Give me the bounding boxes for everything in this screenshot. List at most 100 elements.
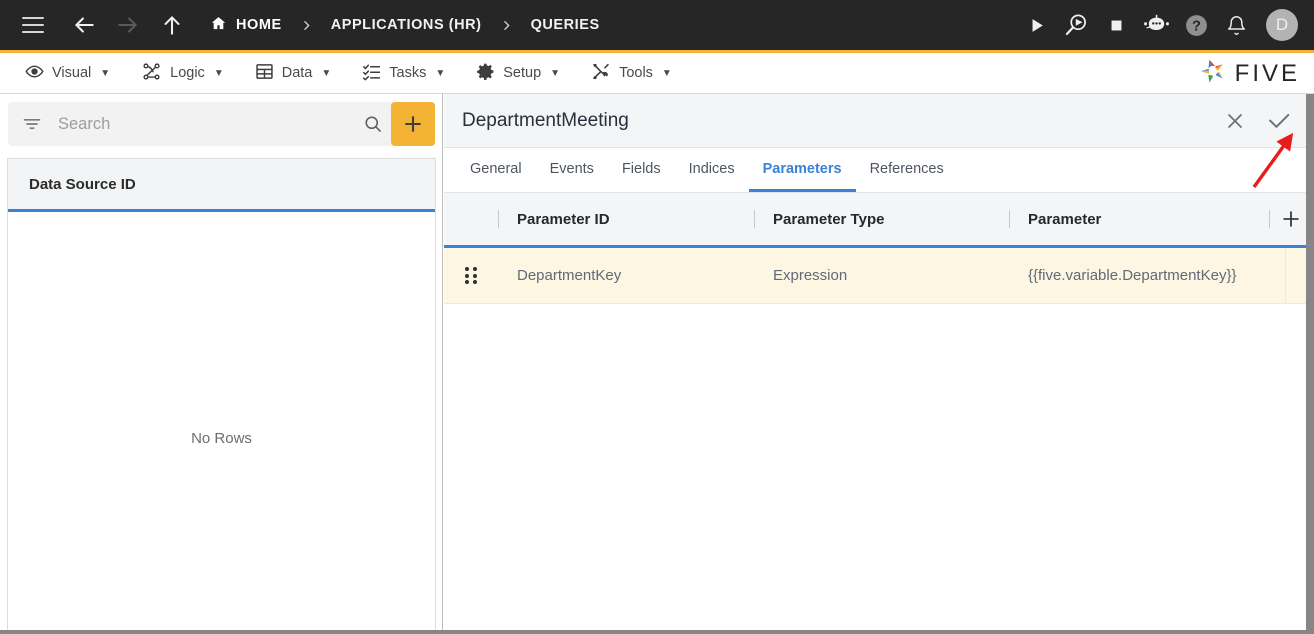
notifications-bell-icon[interactable] [1216,0,1256,50]
table-header-parameter[interactable]: Parameter [1009,192,1265,247]
data-source-list: Data Source ID No Rows [7,158,436,634]
breadcrumb-label-queries: QUERIES [530,17,600,33]
breadcrumb-item-applications[interactable]: APPLICATIONS (HR) [325,0,488,50]
help-icon[interactable]: ? [1176,0,1216,50]
confirm-check-icon[interactable] [1260,102,1298,140]
detail-tabs: General Events Fields Indices Parameters… [444,148,1306,193]
tab-general[interactable]: General [456,149,536,192]
chevron-down-icon: ▼ [550,67,561,79]
menu-item-tools[interactable]: Tools ▼ [578,53,685,94]
breadcrumb-label-applications: APPLICATIONS (HR) [330,17,482,33]
search-input[interactable] [58,114,355,134]
run-icon[interactable] [1016,0,1056,50]
cell-parameter-type[interactable]: Expression [754,248,1009,304]
add-column-button[interactable] [1265,192,1306,247]
table-header-parameter-id[interactable]: Parameter ID [498,192,754,247]
sidebar-search-bar [8,102,435,146]
table-header-parameter-type[interactable]: Parameter Type [754,192,1009,247]
application-menu-bar: Visual ▼ Logic ▼ Data ▼ Tasks ▼ Setup ▼ … [0,50,1314,94]
menu-label-tasks: Tasks [389,65,427,81]
chevron-down-icon: ▼ [661,67,672,79]
gear-icon [476,62,495,85]
sidebar-panel: Data Source ID No Rows [0,94,443,634]
menu-item-data[interactable]: Data ▼ [242,53,345,94]
menu-label-logic: Logic [170,65,205,81]
menu-label-visual: Visual [52,65,92,81]
nav-arrow-group [62,3,194,47]
table-row[interactable]: DepartmentKey Expression {{five.variable… [444,247,1306,304]
menu-label-data: Data [281,65,313,81]
detail-action-group [1216,94,1298,148]
tab-references[interactable]: References [856,149,958,192]
forward-arrow-icon[interactable] [106,3,150,47]
filter-icon[interactable] [22,114,42,134]
checklist-icon [362,62,381,85]
column-divider[interactable] [754,210,755,228]
detail-header: DepartmentMeeting [444,94,1306,148]
five-star-logo-icon [1198,56,1228,91]
breadcrumb-separator-2 [488,19,525,32]
chevron-down-icon: ▼ [435,67,446,79]
eye-icon [25,62,44,85]
search-icon[interactable] [355,114,391,134]
table-empty-area [444,304,1306,634]
column-divider[interactable] [1009,210,1010,228]
close-icon[interactable] [1216,102,1254,140]
menu-item-tasks[interactable]: Tasks ▼ [349,53,458,94]
cell-parameter-id[interactable]: DepartmentKey [498,248,754,304]
table-header-handle-spacer [444,192,498,247]
menu-item-visual[interactable]: Visual ▼ [12,53,123,94]
top-navigation-bar: HOME APPLICATIONS (HR) QUERIES ? D [0,0,1314,50]
up-arrow-icon[interactable] [150,3,194,47]
detail-panel: DepartmentMeeting General Events Fields … [444,94,1306,634]
breadcrumb-label-home: HOME [236,17,282,33]
brand-logo: FIVE [1198,53,1300,94]
breadcrumb-separator-1 [288,19,325,32]
column-divider [1269,210,1270,228]
tab-indices[interactable]: Indices [675,149,749,192]
cell-divider [1285,247,1286,304]
home-icon [210,15,227,36]
list-column-header-data-source-id[interactable]: Data Source ID [8,159,435,212]
menu-item-logic[interactable]: Logic ▼ [128,53,237,94]
chevron-down-icon: ▼ [321,67,332,79]
table-header-label-parameter-id: Parameter ID [517,210,610,228]
tab-events[interactable]: Events [536,149,608,192]
svg-text:?: ? [1192,18,1201,34]
menu-label-tools: Tools [619,65,653,81]
breadcrumb-item-queries[interactable]: QUERIES [525,0,606,50]
topbar-action-group: ? D [1016,0,1298,50]
table-header-row: Parameter ID Parameter Type Parameter [444,193,1306,248]
list-empty-state: No Rows [8,212,435,634]
breadcrumb-item-home[interactable]: HOME [204,0,288,50]
column-divider[interactable] [498,210,499,228]
drag-handle-icon[interactable] [444,248,498,304]
hamburger-menu-icon[interactable] [22,17,44,33]
menu-label-setup: Setup [503,65,542,81]
add-record-button[interactable] [391,102,435,146]
parameters-table: Parameter ID Parameter Type Parameter De… [444,193,1306,634]
cell-row-actions [1265,247,1306,304]
page-title: DepartmentMeeting [462,109,629,131]
user-avatar[interactable]: D [1266,9,1298,41]
table-header-label-parameter: Parameter [1028,210,1102,228]
flow-nodes-icon [141,62,162,85]
stop-icon[interactable] [1096,0,1136,50]
tools-icon [591,62,611,85]
debug-icon[interactable] [1056,0,1096,50]
table-grid-icon [255,62,274,85]
vertical-scrollbar[interactable] [1306,94,1314,634]
app-window: HOME APPLICATIONS (HR) QUERIES ? D Visua… [0,0,1314,634]
table-header-label-parameter-type: Parameter Type [773,210,885,228]
menu-item-setup[interactable]: Setup ▼ [463,53,573,94]
assistant-bot-icon[interactable] [1136,0,1176,50]
breadcrumb: HOME APPLICATIONS (HR) QUERIES [204,0,606,50]
tab-fields[interactable]: Fields [608,149,675,192]
chevron-down-icon: ▼ [213,67,224,79]
tab-parameters[interactable]: Parameters [748,149,856,192]
chevron-down-icon: ▼ [100,67,111,79]
brand-name: FIVE [1234,59,1300,87]
back-arrow-icon[interactable] [62,3,106,47]
cell-parameter[interactable]: {{five.variable.DepartmentKey}} [1009,248,1265,304]
horizontal-scrollbar[interactable] [0,630,1314,634]
